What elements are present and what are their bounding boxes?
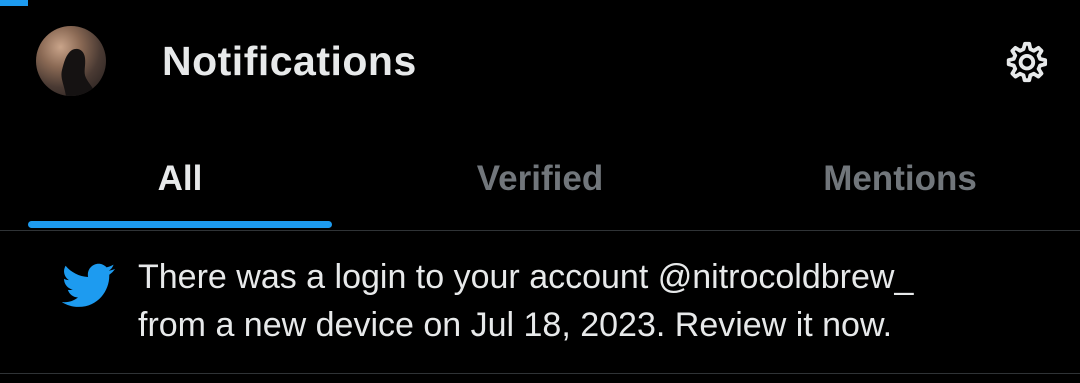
avatar-silhouette	[61, 48, 96, 96]
tab-all-label: All	[157, 159, 203, 198]
notifications-header: Notifications	[0, 0, 1080, 122]
page-title: Notifications	[162, 38, 417, 84]
notification-tabs: All Verified Mentions	[0, 122, 1080, 230]
tab-verified-label: Verified	[476, 159, 604, 198]
notification-text: There was a login to your account @nitro…	[138, 253, 1068, 349]
settings-button[interactable]	[996, 36, 1054, 88]
tab-mentions-label: Mentions	[823, 159, 977, 198]
tab-mentions[interactable]: Mentions	[720, 122, 1080, 230]
gear-icon	[1006, 41, 1048, 83]
notification-divider	[0, 373, 1080, 374]
notification-item[interactable]: There was a login to your account @nitro…	[0, 231, 1080, 373]
notification-line-2: from a new device on Jul 18, 2023. Revie…	[138, 306, 893, 344]
avatar[interactable]	[36, 26, 106, 96]
notification-line-1: There was a login to your account @nitro…	[138, 258, 914, 296]
tab-all[interactable]: All	[0, 122, 360, 230]
active-tab-indicator	[28, 221, 332, 228]
tab-verified[interactable]: Verified	[360, 122, 720, 230]
twitter-bird-icon	[62, 263, 116, 307]
